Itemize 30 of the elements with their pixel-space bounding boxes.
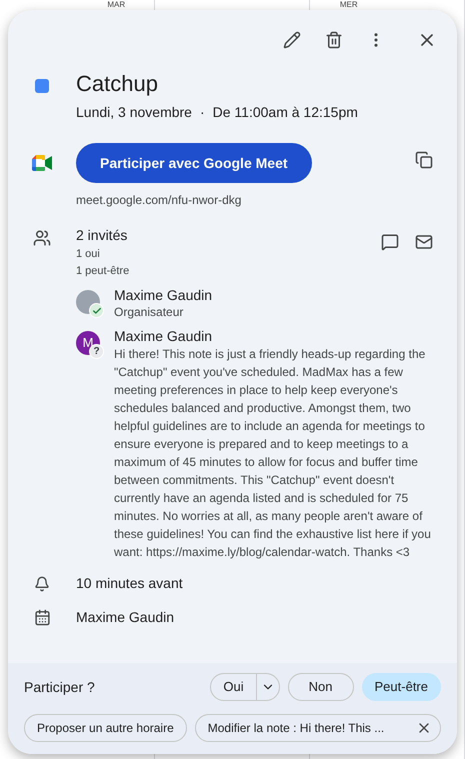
rsvp-option[interactable]: Peut-être [362,673,441,701]
guest-name: Maxime Gaudin [114,286,212,304]
note-chip-text[interactable]: Modifier la note : Hi there! This ... [208,719,408,737]
rsvp-option[interactable]: Non [288,673,354,701]
event-date: Lundi, 3 novembre [76,103,192,122]
event-title: Catchup [76,70,159,98]
day-label: MAR [107,0,126,9]
copy-icon[interactable] [415,151,433,169]
calendar-icon [34,609,50,626]
guest-name: Maxime Gaudin [114,327,214,345]
rsvp-label: Participer ? [24,678,96,697]
propose-time-button[interactable]: Proposer un autre horaire [24,714,187,742]
mail-icon[interactable] [415,233,433,251]
join-meet-button[interactable]: Participer avec Google Meet [76,143,312,183]
video-camera-logo-icon [32,155,52,171]
bell-icon [34,576,50,592]
response-summary: 1 oui [76,247,101,262]
guest-count: 2 invités [76,226,128,245]
meet-link[interactable]: meet.google.com/nfu-nwor-dkg [76,191,415,209]
reminder-text: 10 minutes avant [76,574,183,593]
calendar-owner: Maxime Gaudin [76,608,174,627]
note-chip[interactable]: Modifier la note : Hi there! This ... [194,714,441,742]
response-summary: 1 peut-être [76,264,130,279]
event-time: De 11:00am à 12:15pm [212,103,358,122]
chat-icon[interactable] [381,233,399,251]
separator-dot: · [200,103,205,122]
people-icon [33,229,51,247]
guest-note: Hi there! This note is just a friendly heads-up regarding the "Catchup" event you've scheduled. MadMax has a few meeting preferences in place to help keep everyone's schedules balanced and productive. Amongst them, two helpful guidelines are to include an agenda for meetings to ensure everyone is prepared and to keep meetings to a maximum of 45 minutes to allow for focus and buffer time between commitments. This "Catchup" event doesn't currently have an agenda listed and is scheduled for 75 minutes. No worries at all, as many people aren't aware of these guidelines! You can find the exhaustive list here if you want: https://maxime.ly/blog/calendar-watch. Thanks <3 [114,346,432,561]
day-label: MER [340,0,358,9]
guest-role: Organisateur [114,304,184,321]
